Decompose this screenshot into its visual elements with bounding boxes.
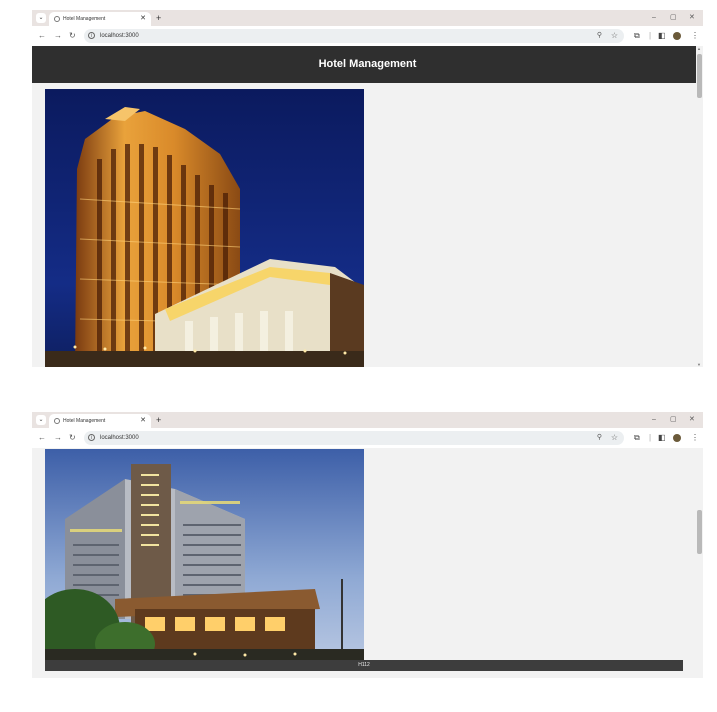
browser-window-top: ⌄ Hotel Management ✕ + – ▢ ✕ ← → ↻ i loc… [32, 10, 703, 367]
back-button[interactable]: ← [38, 26, 46, 46]
address-bar[interactable]: i localhost:3000 ⚲ ☆ [84, 29, 624, 43]
tab-title: Hotel Management [63, 418, 106, 424]
scroll-up-icon[interactable]: ▲ [697, 46, 701, 51]
back-button[interactable]: ← [38, 428, 46, 448]
restore-button[interactable]: ▢ [670, 412, 677, 428]
page-viewport: Hotel Management ▲ ▼ [32, 46, 703, 367]
side-panel-icon[interactable]: ◧ [658, 428, 666, 448]
bookmark-star-icon[interactable]: ☆ [611, 29, 618, 43]
profile-avatar[interactable] [673, 32, 681, 40]
reload-button[interactable]: ↻ [69, 26, 76, 46]
hotel-image[interactable] [45, 89, 364, 367]
globe-icon [54, 16, 60, 22]
site-info-icon[interactable]: i [88, 32, 95, 39]
tab-title: Hotel Management [63, 16, 106, 22]
browser-tab[interactable]: Hotel Management ✕ [49, 414, 151, 428]
tab-strip: ⌄ Hotel Management ✕ + – ▢ ✕ [32, 10, 703, 26]
vertical-scrollbar[interactable] [696, 448, 703, 678]
scroll-down-icon[interactable]: ▼ [697, 362, 701, 367]
globe-icon [54, 418, 60, 424]
url-text: localhost:3000 [100, 435, 139, 441]
toolbar-divider: | [649, 31, 652, 40]
extensions-icon[interactable]: ⧉ [634, 26, 640, 46]
forward-button[interactable]: → [54, 428, 62, 448]
reload-button[interactable]: ↻ [69, 428, 76, 448]
bookmark-star-icon[interactable]: ☆ [611, 431, 618, 445]
zoom-icon[interactable]: ⚲ [597, 29, 602, 43]
close-window-button[interactable]: ✕ [689, 412, 695, 428]
scrollbar-thumb[interactable] [697, 510, 702, 554]
profile-avatar[interactable] [673, 434, 681, 442]
kebab-menu-icon[interactable]: ⋮ [691, 26, 699, 46]
minimize-button[interactable]: – [652, 10, 656, 26]
address-bar[interactable]: i localhost:3000 ⚲ ☆ [84, 431, 624, 445]
page-viewport: H112 [32, 448, 703, 678]
page-header: Hotel Management [32, 46, 703, 83]
vertical-scrollbar[interactable]: ▲ ▼ [696, 46, 703, 367]
hotel-caption: H112 [45, 660, 683, 671]
page-title: Hotel Management [318, 58, 417, 70]
new-tab-button[interactable]: + [156, 412, 161, 428]
tab-strip: ⌄ Hotel Management ✕ + – ▢ ✕ [32, 412, 703, 428]
browser-tab[interactable]: Hotel Management ✕ [49, 12, 151, 26]
hotel-image[interactable] [45, 449, 364, 664]
forward-button[interactable]: → [54, 26, 62, 46]
minimize-button[interactable]: – [652, 412, 656, 428]
tab-search-button[interactable]: ⌄ [36, 13, 46, 23]
close-window-button[interactable]: ✕ [689, 10, 695, 26]
tab-search-button[interactable]: ⌄ [36, 415, 46, 425]
address-toolbar: ← → ↻ i localhost:3000 ⚲ ☆ ⧉ | ◧ ⋮ [32, 26, 703, 46]
side-panel-icon[interactable]: ◧ [658, 26, 666, 46]
tab-close-icon[interactable]: ✕ [140, 12, 146, 26]
url-text: localhost:3000 [100, 33, 139, 39]
address-toolbar: ← → ↻ i localhost:3000 ⚲ ☆ ⧉ | ◧ ⋮ [32, 428, 703, 448]
restore-button[interactable]: ▢ [670, 10, 677, 26]
scrollbar-thumb[interactable] [697, 54, 702, 98]
kebab-menu-icon[interactable]: ⋮ [691, 428, 699, 448]
new-tab-button[interactable]: + [156, 10, 161, 26]
tab-close-icon[interactable]: ✕ [140, 414, 146, 428]
zoom-icon[interactable]: ⚲ [597, 431, 602, 445]
browser-window-bottom: ⌄ Hotel Management ✕ + – ▢ ✕ ← → ↻ i loc… [32, 412, 703, 678]
toolbar-divider: | [649, 433, 652, 442]
extensions-icon[interactable]: ⧉ [634, 428, 640, 448]
site-info-icon[interactable]: i [88, 434, 95, 441]
